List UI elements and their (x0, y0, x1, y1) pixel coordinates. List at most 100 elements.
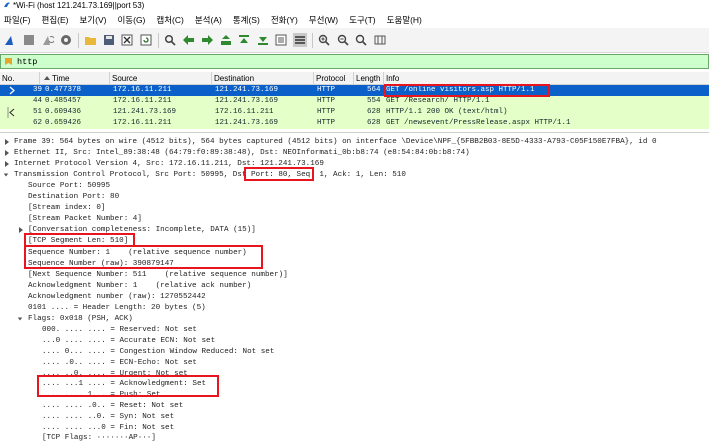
packet-details-tree: Frame 39: 564 bytes on wire (4512 bits),… (0, 132, 709, 442)
flag-reset[interactable]: .... .... .0.. = Reset: Not set (42, 401, 183, 411)
tree-tcp[interactable]: Transmission Control Protocol, Src Port:… (14, 170, 406, 180)
tcp-destination-port[interactable]: Destination Port: 80 (28, 192, 119, 202)
flag-push[interactable]: .... .... 1... = Push: Set (42, 390, 160, 400)
flag-ecn-echo[interactable]: .... .0.. .... = ECN-Echo: Not set (42, 358, 197, 368)
menu-analyze[interactable]: 분석(A) (195, 14, 222, 26)
toolbar-separator (312, 32, 313, 48)
menu-edit[interactable]: 편집(E) (42, 14, 69, 26)
expand-arrow-icon[interactable] (4, 138, 10, 146)
expand-arrow-icon[interactable] (18, 226, 24, 234)
flag-accurate-ecn[interactable]: ...0 .... .... = Accurate ECN: Not set (42, 336, 215, 346)
go-back-icon[interactable] (182, 33, 196, 47)
display-filter-input[interactable]: http (17, 57, 37, 67)
tcp-stream-packet-number[interactable]: [Stream Packet Number: 4] (28, 214, 142, 224)
packet-length: 564 (367, 86, 381, 94)
tcp-segment-len[interactable]: [TCP Segment Len: 510] (28, 236, 128, 246)
display-filter-bar[interactable]: http (0, 54, 709, 69)
tcp-next-sequence-number[interactable]: [Next Sequence Number: 511 (relative seq… (28, 270, 288, 280)
find-packet-icon[interactable] (163, 33, 177, 47)
packet-row[interactable]: 51 0.609436 121.241.73.169 172.16.11.211… (0, 107, 709, 118)
packet-source: 172.16.11.211 (113, 119, 172, 127)
tree-ethernet[interactable]: Ethernet II, Src: Intel_89:38:48 (64:79:… (14, 148, 470, 158)
col-header-destination[interactable]: Destination (212, 72, 314, 85)
zoom-out-icon[interactable] (336, 33, 350, 47)
flag-fin[interactable]: .... .... ...0 = Fin: Not set (42, 423, 174, 433)
packet-row[interactable]: 44 0.485457 172.16.11.211 121.241.73.169… (0, 96, 709, 107)
packet-source: 121.241.73.169 (113, 108, 177, 116)
collapse-arrow-icon[interactable] (17, 315, 23, 323)
menu-wireless[interactable]: 무선(W) (309, 14, 338, 26)
close-file-icon[interactable] (120, 33, 134, 47)
col-header-info[interactable]: Info (384, 72, 709, 85)
menu-telephony[interactable]: 전화(Y) (271, 14, 298, 26)
bookmark-filter-icon[interactable] (4, 57, 13, 66)
tcp-stream-index[interactable]: [Stream index: 0] (28, 203, 105, 213)
capture-options-icon[interactable] (59, 33, 73, 47)
tcp-ack-number-raw[interactable]: Acknowledgment number (raw): 1270552442 (28, 292, 206, 302)
tcp-sequence-number[interactable]: Sequence Number: 1 (relative sequence nu… (28, 248, 247, 258)
tree-frame[interactable]: Frame 39: 564 bytes on wire (4512 bits),… (14, 137, 657, 147)
toolbar-separator (78, 32, 79, 48)
tcp-ack-number[interactable]: Acknowledgment Number: 1 (relative ack n… (28, 281, 251, 291)
packet-time: 0.609436 (45, 108, 82, 116)
go-first-icon[interactable] (237, 33, 251, 47)
expand-arrow-icon[interactable] (4, 160, 10, 168)
flag-syn[interactable]: .... .... ..0. = Syn: Not set (42, 412, 174, 422)
menu-view[interactable]: 보기(V) (79, 14, 106, 26)
autoscroll-icon[interactable] (274, 33, 288, 47)
packet-time: 0.477378 (45, 86, 82, 94)
packet-time: 0.485457 (45, 97, 82, 105)
packet-info: HTTP/1.1 200 OK (text/html) (386, 108, 508, 116)
collapse-arrow-icon[interactable] (3, 171, 9, 179)
stop-capture-icon[interactable] (22, 33, 36, 47)
zoom-in-icon[interactable] (317, 33, 331, 47)
tree-ipv4[interactable]: Internet Protocol Version 4, Src: 172.16… (14, 159, 324, 169)
colorize-icon[interactable] (292, 33, 307, 47)
restart-capture-icon[interactable] (40, 33, 54, 47)
menu-tools[interactable]: 도구(T) (349, 14, 376, 26)
tcp-header-length[interactable]: 0101 .... = Header Length: 20 bytes (5) (28, 303, 206, 313)
col-header-protocol[interactable]: Protocol (314, 72, 354, 85)
menu-capture[interactable]: 캡처(C) (156, 14, 183, 26)
tcp-conversation-completeness[interactable]: [Conversation completeness: Incomplete, … (28, 225, 256, 235)
go-last-icon[interactable] (256, 33, 270, 47)
tcp-flags[interactable]: Flags: 0x018 (PSH, ACK) (28, 314, 133, 324)
resize-columns-icon[interactable] (373, 33, 387, 47)
col-header-source[interactable]: Source (110, 72, 212, 85)
go-to-packet-icon[interactable] (219, 33, 233, 47)
flag-urgent[interactable]: .... ..0. .... = Urgent: Not set (42, 369, 188, 379)
col-header-time[interactable]: Time (40, 72, 110, 85)
expand-arrow-icon[interactable] (4, 149, 10, 157)
save-file-icon[interactable] (102, 33, 116, 47)
col-header-no[interactable]: No. (0, 72, 40, 85)
packet-no: 44 (33, 97, 43, 105)
go-forward-icon[interactable] (200, 33, 214, 47)
tcp-sequence-number-raw[interactable]: Sequence Number (raw): 390879147 (28, 259, 174, 269)
menu-help[interactable]: 도움말(H) (387, 14, 422, 26)
packet-list-header: No. Time Source Destination Protocol Len… (0, 72, 709, 85)
packet-row[interactable]: 39 0.477378 172.16.11.211 121.241.73.169… (0, 85, 709, 96)
col-header-length[interactable]: Length (354, 72, 384, 85)
reload-file-icon[interactable] (139, 33, 153, 47)
packet-no: 39 (33, 86, 43, 94)
packet-row[interactable]: 62 0.659426 172.16.11.211 121.241.73.169… (0, 118, 709, 129)
sort-asc-icon (44, 76, 50, 80)
menu-file[interactable]: 파일(F) (4, 14, 31, 26)
zoom-reset-icon[interactable] (354, 33, 368, 47)
shark-fin-start-icon[interactable] (3, 33, 17, 47)
open-file-icon[interactable] (83, 33, 97, 47)
tcp-summary-suffix: , Seq: 1, Ack: 1, Len: 510 (287, 171, 406, 179)
packet-list: No. Time Source Destination Protocol Len… (0, 72, 709, 129)
window-title-bar: *Wi-Fi (host 121.241.73.169||port 53) (0, 0, 709, 12)
flag-acknowledgment[interactable]: .... ...1 .... = Acknowledgment: Set (42, 379, 206, 389)
toolbar-separator (158, 32, 159, 48)
packet-info: GET /online visitors.asp HTTP/1.1 (386, 86, 535, 94)
menu-go[interactable]: 이동(G) (117, 14, 145, 26)
menu-statistics[interactable]: 통계(S) (233, 14, 260, 26)
request-arrow-icon (9, 86, 15, 95)
packet-length: 628 (367, 119, 381, 127)
flag-cwr[interactable]: .... 0... .... = Congestion Window Reduc… (42, 347, 274, 357)
tcp-flags-summary[interactable]: [TCP Flags: ·······AP···] (42, 433, 156, 442)
flag-reserved[interactable]: 000. .... .... = Reserved: Not set (42, 325, 197, 335)
tcp-source-port[interactable]: Source Port: 50995 (28, 181, 110, 191)
